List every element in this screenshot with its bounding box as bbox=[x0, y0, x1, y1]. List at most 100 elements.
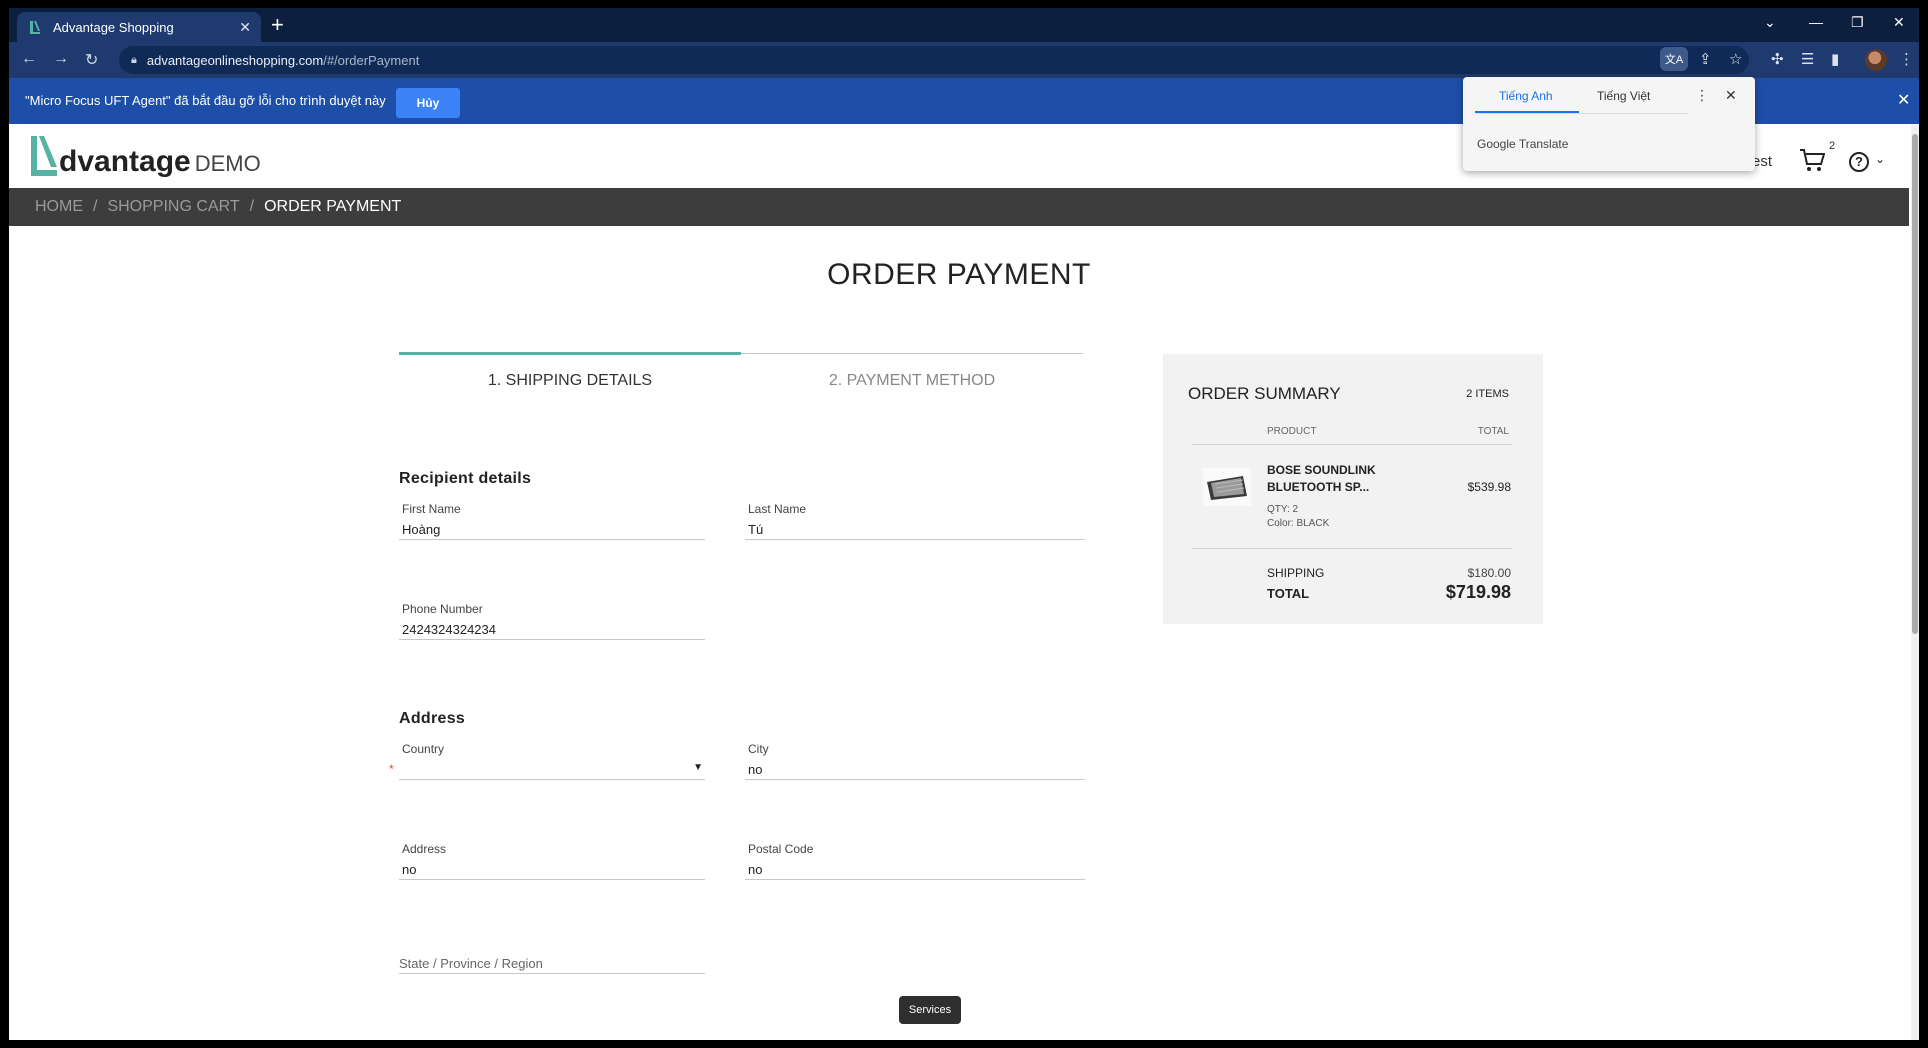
translate-close-icon[interactable]: ✕ bbox=[1725, 87, 1737, 104]
first-name-field[interactable]: First Name Hoàng bbox=[399, 502, 705, 540]
browser-menu-icon[interactable]: ⋮ bbox=[1899, 50, 1914, 68]
postal-code-input[interactable]: no bbox=[745, 856, 1085, 880]
scroll-thumb[interactable] bbox=[1912, 134, 1918, 634]
breadcrumb-home[interactable]: HOME bbox=[35, 198, 83, 216]
infobar-message: "Micro Focus UFT Agent" đã bắt đầu gỡ lỗ… bbox=[25, 93, 386, 108]
summary-col-total: TOTAL bbox=[1477, 426, 1509, 437]
browser-toolbar: ← → ↻ 🔒︎ advantageonlineshopping.com/#/o… bbox=[9, 42, 1919, 78]
breadcrumb-current: ORDER PAYMENT bbox=[264, 198, 402, 215]
minimize-icon[interactable]: — bbox=[1809, 14, 1823, 30]
summary-col-product: PRODUCT bbox=[1267, 426, 1317, 437]
translate-popup: Tiếng Anh Tiếng Việt ⋮ ✕ Google Translat… bbox=[1463, 77, 1755, 171]
logo-demo: DEMO bbox=[194, 151, 261, 176]
address-bar[interactable]: 🔒︎ advantageonlineshopping.com/#/orderPa… bbox=[119, 46, 1749, 74]
tab-search-icon[interactable]: ⌄ bbox=[1764, 14, 1776, 31]
restore-icon[interactable]: ❐ bbox=[1851, 14, 1864, 31]
first-name-label: First Name bbox=[402, 502, 461, 516]
address-field[interactable]: Address no bbox=[399, 842, 705, 880]
state-input[interactable]: State / Province / Region bbox=[399, 950, 705, 974]
product-name[interactable]: BOSE SOUNDLINK BLUETOOTH SP... bbox=[1267, 462, 1407, 496]
translate-tab-target[interactable]: Tiếng Việt bbox=[1597, 89, 1650, 103]
postal-code-label: Postal Code bbox=[748, 842, 814, 856]
shipping-value: $180.00 bbox=[1467, 566, 1511, 580]
speaker-product-image bbox=[1203, 468, 1251, 506]
breadcrumb-separator: / bbox=[93, 198, 98, 215]
country-label: Country bbox=[402, 742, 445, 756]
step-payment-method[interactable]: 2. PAYMENT METHOD bbox=[741, 372, 1083, 390]
share-icon[interactable]: ⇪ bbox=[1699, 50, 1712, 68]
extensions-icon[interactable]: ✣ bbox=[1771, 50, 1784, 68]
summary-divider bbox=[1192, 444, 1512, 445]
total-value: $719.98 bbox=[1445, 582, 1511, 602]
breadcrumb-shopping-cart[interactable]: SHOPPING CART bbox=[107, 198, 239, 216]
infobar-close-icon[interactable]: ✕ bbox=[1897, 90, 1910, 110]
page-title: ORDER PAYMENT bbox=[827, 258, 1091, 291]
reading-list-icon[interactable]: ☰ bbox=[1801, 50, 1814, 68]
city-input[interactable]: no bbox=[745, 756, 1085, 780]
city-label: City bbox=[748, 742, 769, 756]
recipient-section-title: Recipient details bbox=[399, 470, 532, 487]
url-host: advantageonlineshopping.com bbox=[146, 52, 324, 68]
product-color: Color: BLACK bbox=[1267, 518, 1330, 529]
address-label: Address bbox=[402, 842, 447, 856]
breadcrumb-separator: / bbox=[249, 198, 255, 215]
phone-number-field[interactable]: Phone Number 2424324324234 bbox=[399, 602, 705, 640]
chevron-down-icon[interactable]: ⌄ bbox=[1875, 152, 1885, 166]
browser-tab[interactable]: Advantage Shopping ✕ bbox=[17, 12, 261, 42]
address-section-title: Address bbox=[399, 710, 466, 727]
phone-number-label: Phone Number bbox=[402, 602, 483, 616]
step-progress-active bbox=[399, 352, 741, 355]
side-panel-icon[interactable]: ▮ bbox=[1831, 50, 1839, 68]
cart-icon[interactable] bbox=[1799, 148, 1825, 172]
page-scrollbar[interactable] bbox=[1911, 124, 1919, 1040]
bookmark-star-icon[interactable]: ☆ bbox=[1729, 50, 1742, 68]
state-field[interactable]: State / Province / Region bbox=[399, 950, 705, 974]
order-summary: ORDER SUMMARY 2 ITEMS PRODUCT TOTAL BOSE… bbox=[1163, 354, 1543, 624]
step-shipping-details[interactable]: 1. SHIPPING DETAILS bbox=[399, 372, 741, 390]
site-logo[interactable]: dvantage DEMO bbox=[29, 134, 261, 178]
city-field[interactable]: City no bbox=[745, 742, 1085, 780]
logo-wordmark: dvantage bbox=[59, 145, 191, 178]
forward-icon[interactable]: → bbox=[53, 50, 69, 68]
advantage-logo-icon bbox=[31, 136, 57, 176]
reload-icon[interactable]: ↻ bbox=[85, 50, 98, 70]
translate-icon[interactable]: 文A bbox=[1660, 47, 1688, 71]
profile-avatar[interactable] bbox=[1865, 49, 1887, 71]
address-input[interactable]: no bbox=[399, 856, 705, 880]
new-tab-icon[interactable]: + bbox=[271, 14, 284, 36]
phone-number-input[interactable]: 2424324324234 bbox=[399, 616, 705, 640]
shipping-label: SHIPPING bbox=[1267, 566, 1325, 580]
services-button[interactable]: Services bbox=[899, 996, 961, 1024]
infobar-cancel-button[interactable]: Hủy bbox=[396, 88, 460, 118]
translate-menu-icon[interactable]: ⋮ bbox=[1695, 87, 1709, 104]
required-marker: * bbox=[389, 762, 394, 776]
help-icon[interactable]: ? bbox=[1849, 152, 1869, 172]
translate-tab-divider bbox=[1475, 113, 1689, 114]
summary-divider bbox=[1192, 548, 1512, 549]
chevron-down-icon: ▼ bbox=[693, 762, 703, 773]
back-icon[interactable]: ← bbox=[21, 50, 37, 68]
translate-tab-underline bbox=[1475, 111, 1579, 113]
last-name-input[interactable]: Tú bbox=[745, 516, 1085, 540]
last-name-field[interactable]: Last Name Tú bbox=[745, 502, 1085, 540]
cart-count-badge: 2 bbox=[1829, 140, 1836, 152]
tab-strip: Advantage Shopping ✕ + ⌄ — ❐ ✕ bbox=[9, 8, 1919, 42]
first-name-input[interactable]: Hoàng bbox=[399, 516, 705, 540]
postal-code-field[interactable]: Postal Code no bbox=[745, 842, 1085, 880]
product-quantity: QTY: 2 bbox=[1267, 504, 1299, 515]
browser-window: Advantage Shopping ✕ + ⌄ — ❐ ✕ ← → ↻ 🔒︎ … bbox=[9, 8, 1919, 1040]
country-select[interactable]: ▼ bbox=[399, 756, 705, 780]
order-summary-item-count: 2 ITEMS bbox=[1466, 388, 1509, 400]
total-label: TOTAL bbox=[1267, 586, 1310, 601]
window-close-icon[interactable]: ✕ bbox=[1893, 14, 1905, 31]
tab-close-icon[interactable]: ✕ bbox=[239, 19, 251, 36]
google-translate-brand: Google Translate bbox=[1477, 137, 1569, 151]
translate-tab-source[interactable]: Tiếng Anh bbox=[1499, 89, 1553, 103]
country-field[interactable]: Country ▼ bbox=[399, 742, 705, 780]
user-menu-text[interactable]: est bbox=[1752, 153, 1772, 170]
url-path: /#/orderPayment bbox=[323, 52, 420, 68]
step-progress-inactive bbox=[741, 353, 1083, 354]
last-name-label: Last Name bbox=[748, 502, 807, 516]
advantage-favicon-icon bbox=[30, 21, 40, 34]
checkout-steps: 1. SHIPPING DETAILS 2. PAYMENT METHOD bbox=[399, 352, 1083, 412]
